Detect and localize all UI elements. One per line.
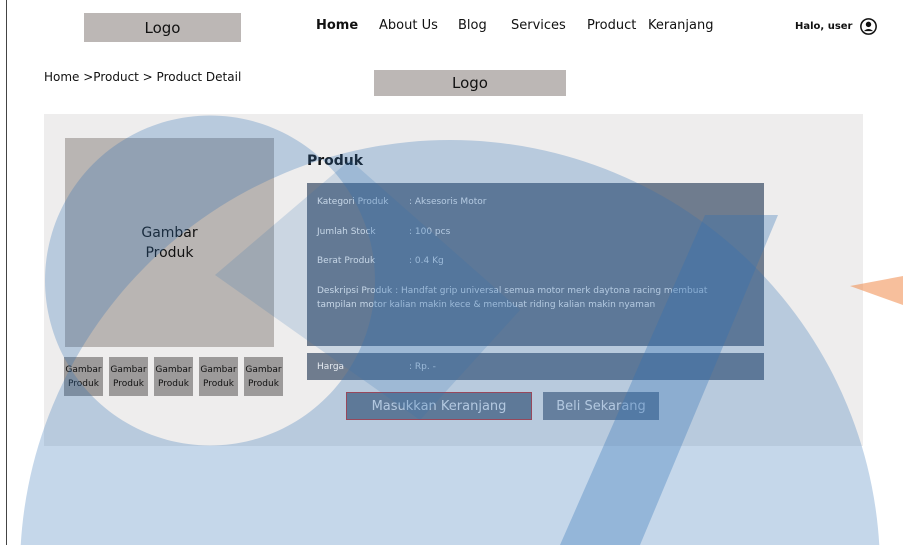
category-value: : Aksesoris Motor [409, 197, 487, 207]
header-logo[interactable]: Logo [84, 13, 241, 42]
buy-now-button[interactable]: Beli Sekarang [543, 392, 659, 420]
stock-label: Jumlah Stock [317, 227, 376, 237]
center-logo: Logo [374, 70, 566, 96]
nav-keranjang[interactable]: Keranjang [648, 18, 714, 33]
weight-value: : 0.4 Kg [409, 256, 444, 266]
thumbnail-3[interactable]: Gambar Produk [154, 357, 193, 396]
main-image-label-1: Gambar [141, 224, 198, 241]
add-to-cart-button[interactable]: Masukkan Keranjang [346, 392, 532, 420]
price-box: Harga : Rp. - [307, 353, 764, 380]
price-row: Harga : Rp. - [317, 362, 436, 372]
price-label: Harga [317, 362, 345, 372]
thumbnail-1[interactable]: Gambar Produk [64, 357, 103, 396]
user-avatar-icon[interactable] [860, 18, 878, 35]
nav-about-us[interactable]: About Us [379, 18, 458, 33]
product-description: Deskripsi Produk : Handfat grip universa… [317, 286, 708, 310]
header-logo-text: Logo [144, 18, 181, 37]
weight-label: Berat Produk [317, 256, 376, 266]
category-row: Kategori Produk : Aksesoris Motor [317, 197, 486, 207]
product-title: Produk [307, 153, 364, 169]
nav-blog[interactable]: Blog [458, 18, 511, 33]
user-greeting: Halo, user [795, 21, 853, 32]
category-label: Kategori Produk [317, 197, 389, 207]
main-image-label-2: Produk [145, 244, 194, 261]
center-logo-text: Logo [452, 74, 488, 92]
nav-product[interactable]: Product [587, 18, 648, 33]
thumbnail-strip: Gambar Produk Gambar Produk Gambar Produ… [64, 357, 283, 396]
breadcrumb[interactable]: Home >Product > Product Detail [44, 70, 241, 84]
user-menu[interactable]: Halo, user [795, 18, 878, 35]
main-nav: Home About Us Blog Services Product Kera… [316, 18, 714, 33]
weight-row: Berat Produk : 0.4 Kg [317, 256, 444, 266]
product-info-box: Kategori Produk : Aksesoris Motor Jumlah … [307, 183, 764, 346]
nav-home[interactable]: Home [316, 18, 379, 33]
thumbnail-4[interactable]: Gambar Produk [199, 357, 238, 396]
product-main-image[interactable]: Gambar Produk [65, 138, 274, 347]
thumbnail-2[interactable]: Gambar Produk [109, 357, 148, 396]
price-value: : Rp. - [409, 362, 436, 372]
thumbnail-5[interactable]: Gambar Produk [244, 357, 283, 396]
stock-value: : 100 pcs [409, 227, 451, 237]
nav-services[interactable]: Services [511, 18, 587, 33]
stock-row: Jumlah Stock : 100 pcs [317, 227, 450, 237]
